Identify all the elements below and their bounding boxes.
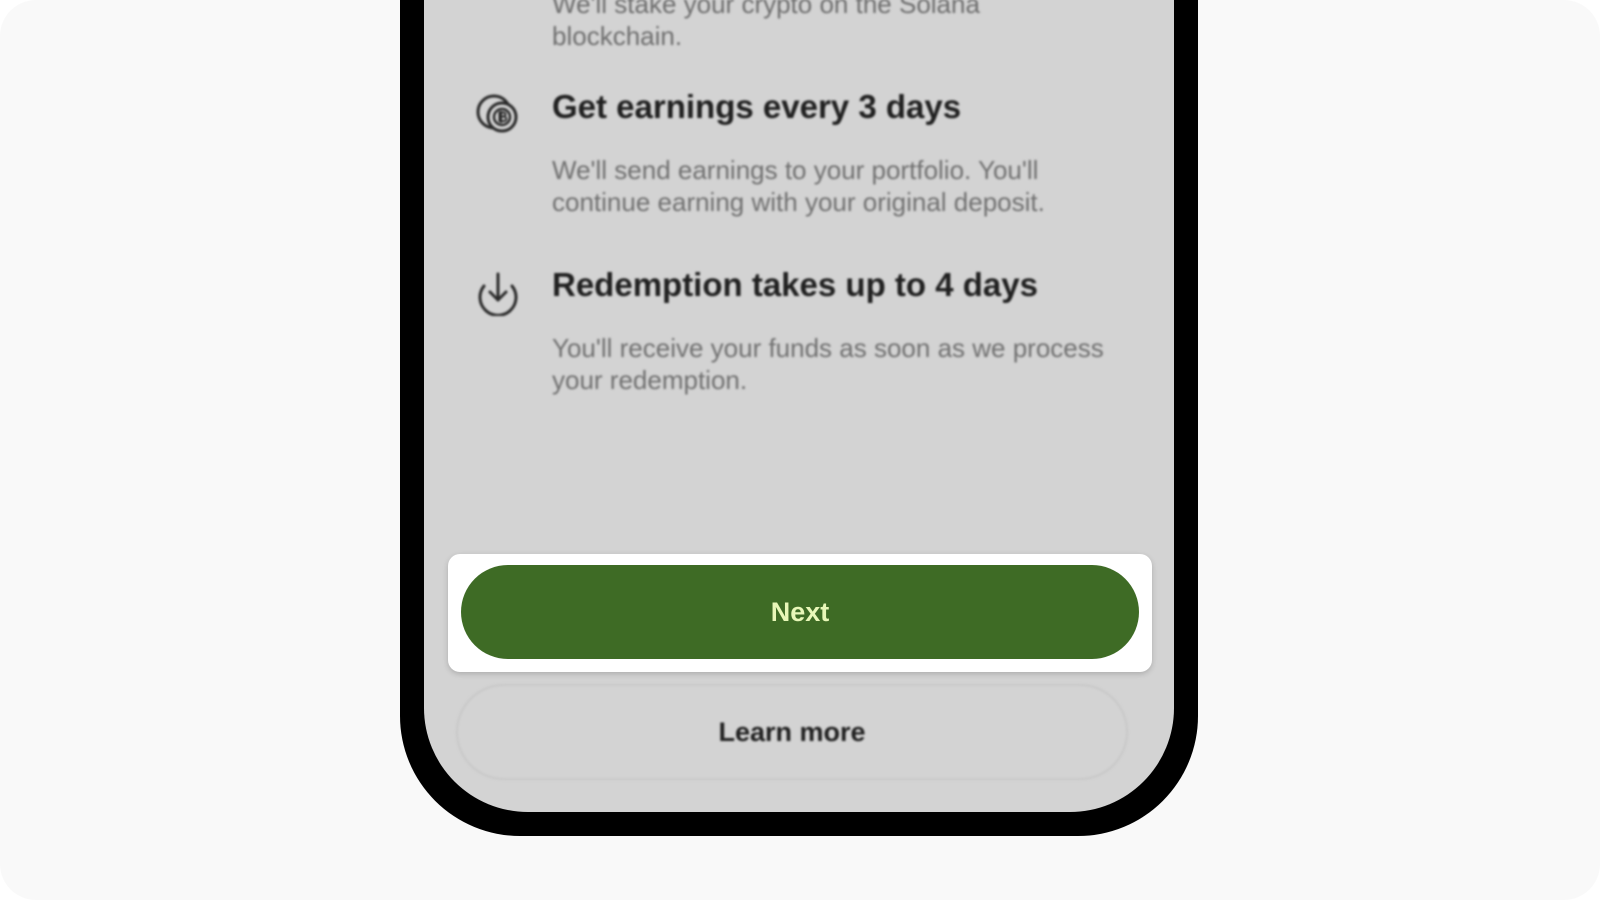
phone-screen: We'll stake your crypto on the Solana bl… bbox=[424, 0, 1174, 812]
next-button[interactable]: Next bbox=[461, 565, 1139, 659]
phone-frame: We'll stake your crypto on the Solana bl… bbox=[400, 0, 1198, 836]
feature-description-earnings: We'll send earnings to your portfolio. Y… bbox=[552, 155, 1045, 217]
page-canvas: We'll stake your crypto on the Solana bl… bbox=[0, 0, 1600, 900]
feature-title-redemption: Redemption takes up to 4 days bbox=[552, 266, 1038, 303]
intro-description: We'll stake your crypto on the Solana bl… bbox=[552, 0, 980, 51]
coins-icon bbox=[474, 90, 522, 138]
learn-more-button[interactable]: Learn more bbox=[456, 684, 1128, 780]
feature-title-earnings: Get earnings every 3 days bbox=[552, 88, 962, 125]
feature-description-redemption: You'll receive your funds as soon as we … bbox=[552, 333, 1104, 395]
download-icon bbox=[474, 268, 522, 317]
